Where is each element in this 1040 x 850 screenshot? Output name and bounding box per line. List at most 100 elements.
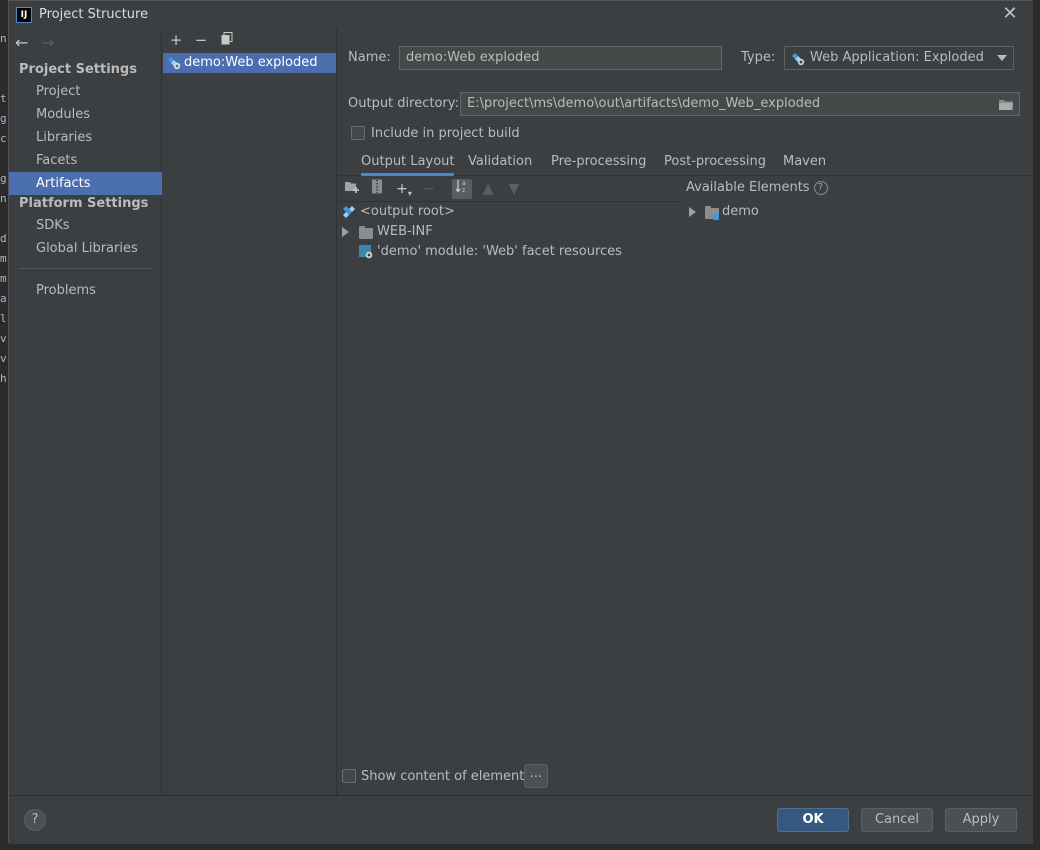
tree-item-web-inf[interactable]: WEB-INF <box>342 222 433 242</box>
facet-resource-icon <box>359 245 373 259</box>
chevron-down-icon <box>997 55 1007 61</box>
bg-glyph: m <box>0 272 7 285</box>
bg-glyph: c <box>0 132 7 145</box>
bg-glyph: g <box>0 112 7 125</box>
expand-arrow-icon[interactable] <box>689 207 696 217</box>
bg-glyph: d <box>0 232 7 245</box>
bg-glyph: g <box>0 172 7 185</box>
folder-icon <box>359 226 373 239</box>
platform-settings-header: Platform Settings <box>19 196 149 211</box>
close-button[interactable]: ✕ <box>999 3 1021 25</box>
bg-glyph: v <box>0 332 7 345</box>
output-layout-panel: +▾ − az ▲ ▼ <output root> WEB-INF 'demo'… <box>338 176 683 766</box>
name-label: Name: <box>348 50 391 65</box>
sidebar-item-sdks[interactable]: SDKs <box>9 214 162 237</box>
sort-elements-icon[interactable]: az <box>452 179 472 199</box>
bg-glyph: m <box>0 252 7 265</box>
tab-pre-processing[interactable]: Pre-processing <box>551 149 646 176</box>
browse-folder-icon[interactable] <box>998 97 1014 111</box>
svg-text:z: z <box>462 187 465 193</box>
include-in-build-label: Include in project build <box>371 126 520 141</box>
add-copy-of-icon[interactable]: +▾ <box>394 179 414 199</box>
copy-icon[interactable] <box>217 30 237 50</box>
help-icon[interactable]: ? <box>813 180 828 195</box>
bg-glyph: n <box>0 32 7 45</box>
type-select[interactable]: Web Application: Exploded <box>784 46 1014 70</box>
svg-text:a: a <box>462 180 466 187</box>
bg-glyph: v <box>0 352 7 365</box>
tab-maven[interactable]: Maven <box>783 149 826 176</box>
remove-icon[interactable]: − <box>191 30 211 50</box>
create-directory-icon[interactable] <box>342 179 362 199</box>
dialog-footer: ? OK Cancel Apply <box>9 795 1033 844</box>
artifact-item-label: demo:Web exploded <box>184 55 318 70</box>
type-label: Type: <box>741 50 776 65</box>
cancel-button[interactable]: Cancel <box>861 808 933 832</box>
sidebar-item-problems[interactable]: Problems <box>9 279 162 302</box>
expand-arrow-icon[interactable] <box>342 227 349 237</box>
title-bar: IJ Project Structure ✕ <box>9 1 1033 29</box>
sidebar-item-libraries[interactable]: Libraries <box>9 126 162 149</box>
window-title: Project Structure <box>39 7 149 22</box>
ok-button[interactable]: OK <box>777 808 849 832</box>
type-select-value: Web Application: Exploded <box>810 50 984 65</box>
artifact-tabs: Output Layout Validation Pre-processing … <box>338 149 1033 176</box>
sidebar-divider <box>19 268 152 269</box>
sidebar-item-global-libraries[interactable]: Global Libraries <box>9 237 162 260</box>
artifacts-list-panel: + − demo:Web exploded <box>162 29 337 795</box>
bg-glyph: n <box>0 192 7 205</box>
include-in-build-checkbox[interactable] <box>351 126 365 140</box>
available-elements-title: Available Elements <box>686 180 810 195</box>
create-archive-icon[interactable] <box>367 179 387 199</box>
tree-item-label: <output root> <box>360 204 455 219</box>
project-structure-dialog: IJ Project Structure ✕ ← → Project Setti… <box>8 0 1033 844</box>
artifact-details-panel: Name: demo:Web exploded Type: Web Applic… <box>338 29 1033 795</box>
background-editor-right <box>1032 0 1040 850</box>
back-arrow-icon[interactable]: ← <box>15 33 37 52</box>
show-content-label: Show content of elements <box>361 769 532 784</box>
show-content-checkbox[interactable] <box>342 769 356 783</box>
available-elements-panel: Available Elements? demo <box>683 176 1033 766</box>
bg-glyph: t <box>0 92 7 105</box>
settings-sidebar: ← → Project Settings Project Modules Lib… <box>9 29 162 795</box>
web-artifact-icon <box>792 53 805 66</box>
add-icon[interactable]: + <box>166 30 186 50</box>
sidebar-item-artifacts[interactable]: Artifacts <box>9 172 162 195</box>
bg-glyph: l. <box>0 312 8 325</box>
tab-output-layout[interactable]: Output Layout <box>361 149 455 176</box>
bg-glyph: a <box>0 292 7 305</box>
tab-validation[interactable]: Validation <box>468 149 532 176</box>
sidebar-item-modules[interactable]: Modules <box>9 103 162 126</box>
output-directory-field[interactable]: E:\project\ms\demo\out\artifacts\demo_We… <box>460 92 1020 116</box>
project-settings-header: Project Settings <box>19 62 137 77</box>
tree-item-label: WEB-INF <box>377 224 433 239</box>
help-button[interactable]: ? <box>24 809 46 831</box>
name-field[interactable]: demo:Web exploded <box>399 46 722 70</box>
tab-post-processing[interactable]: Post-processing <box>664 149 766 176</box>
available-elements-header: Available Elements? <box>686 180 828 195</box>
move-up-icon[interactable]: ▲ <box>478 179 498 199</box>
forward-arrow-icon[interactable]: → <box>41 33 63 52</box>
move-down-icon[interactable]: ▼ <box>504 179 524 199</box>
available-item-demo[interactable]: demo <box>689 202 759 222</box>
show-content-options-button[interactable]: ... <box>524 764 548 788</box>
apply-button[interactable]: Apply <box>945 808 1017 832</box>
available-item-label: demo <box>722 204 759 219</box>
nav-arrows: ← → <box>15 33 63 53</box>
intellij-logo-icon: IJ <box>16 7 32 23</box>
tree-item-facet-resources[interactable]: 'demo' module: 'Web' facet resources <box>359 242 622 262</box>
sidebar-item-project[interactable]: Project <box>9 80 162 103</box>
module-badge-icon <box>713 214 719 220</box>
output-root-icon <box>343 206 355 218</box>
output-directory-label: Output directory: <box>348 96 459 111</box>
web-artifact-icon <box>168 57 181 70</box>
remove-element-icon[interactable]: − <box>419 179 439 199</box>
tree-item-output-root[interactable]: <output root> <box>342 202 455 222</box>
sidebar-item-facets[interactable]: Facets <box>9 149 162 172</box>
background-editor-bottom <box>0 843 1040 850</box>
tree-item-label: 'demo' module: 'Web' facet resources <box>377 244 622 259</box>
artifact-item[interactable]: demo:Web exploded <box>163 53 336 73</box>
bg-glyph: h <box>0 372 7 385</box>
output-directory-value: E:\project\ms\demo\out\artifacts\demo_We… <box>467 96 821 111</box>
background-editor-strip: n t g c g n d m m a l. v v h <box>0 0 8 850</box>
